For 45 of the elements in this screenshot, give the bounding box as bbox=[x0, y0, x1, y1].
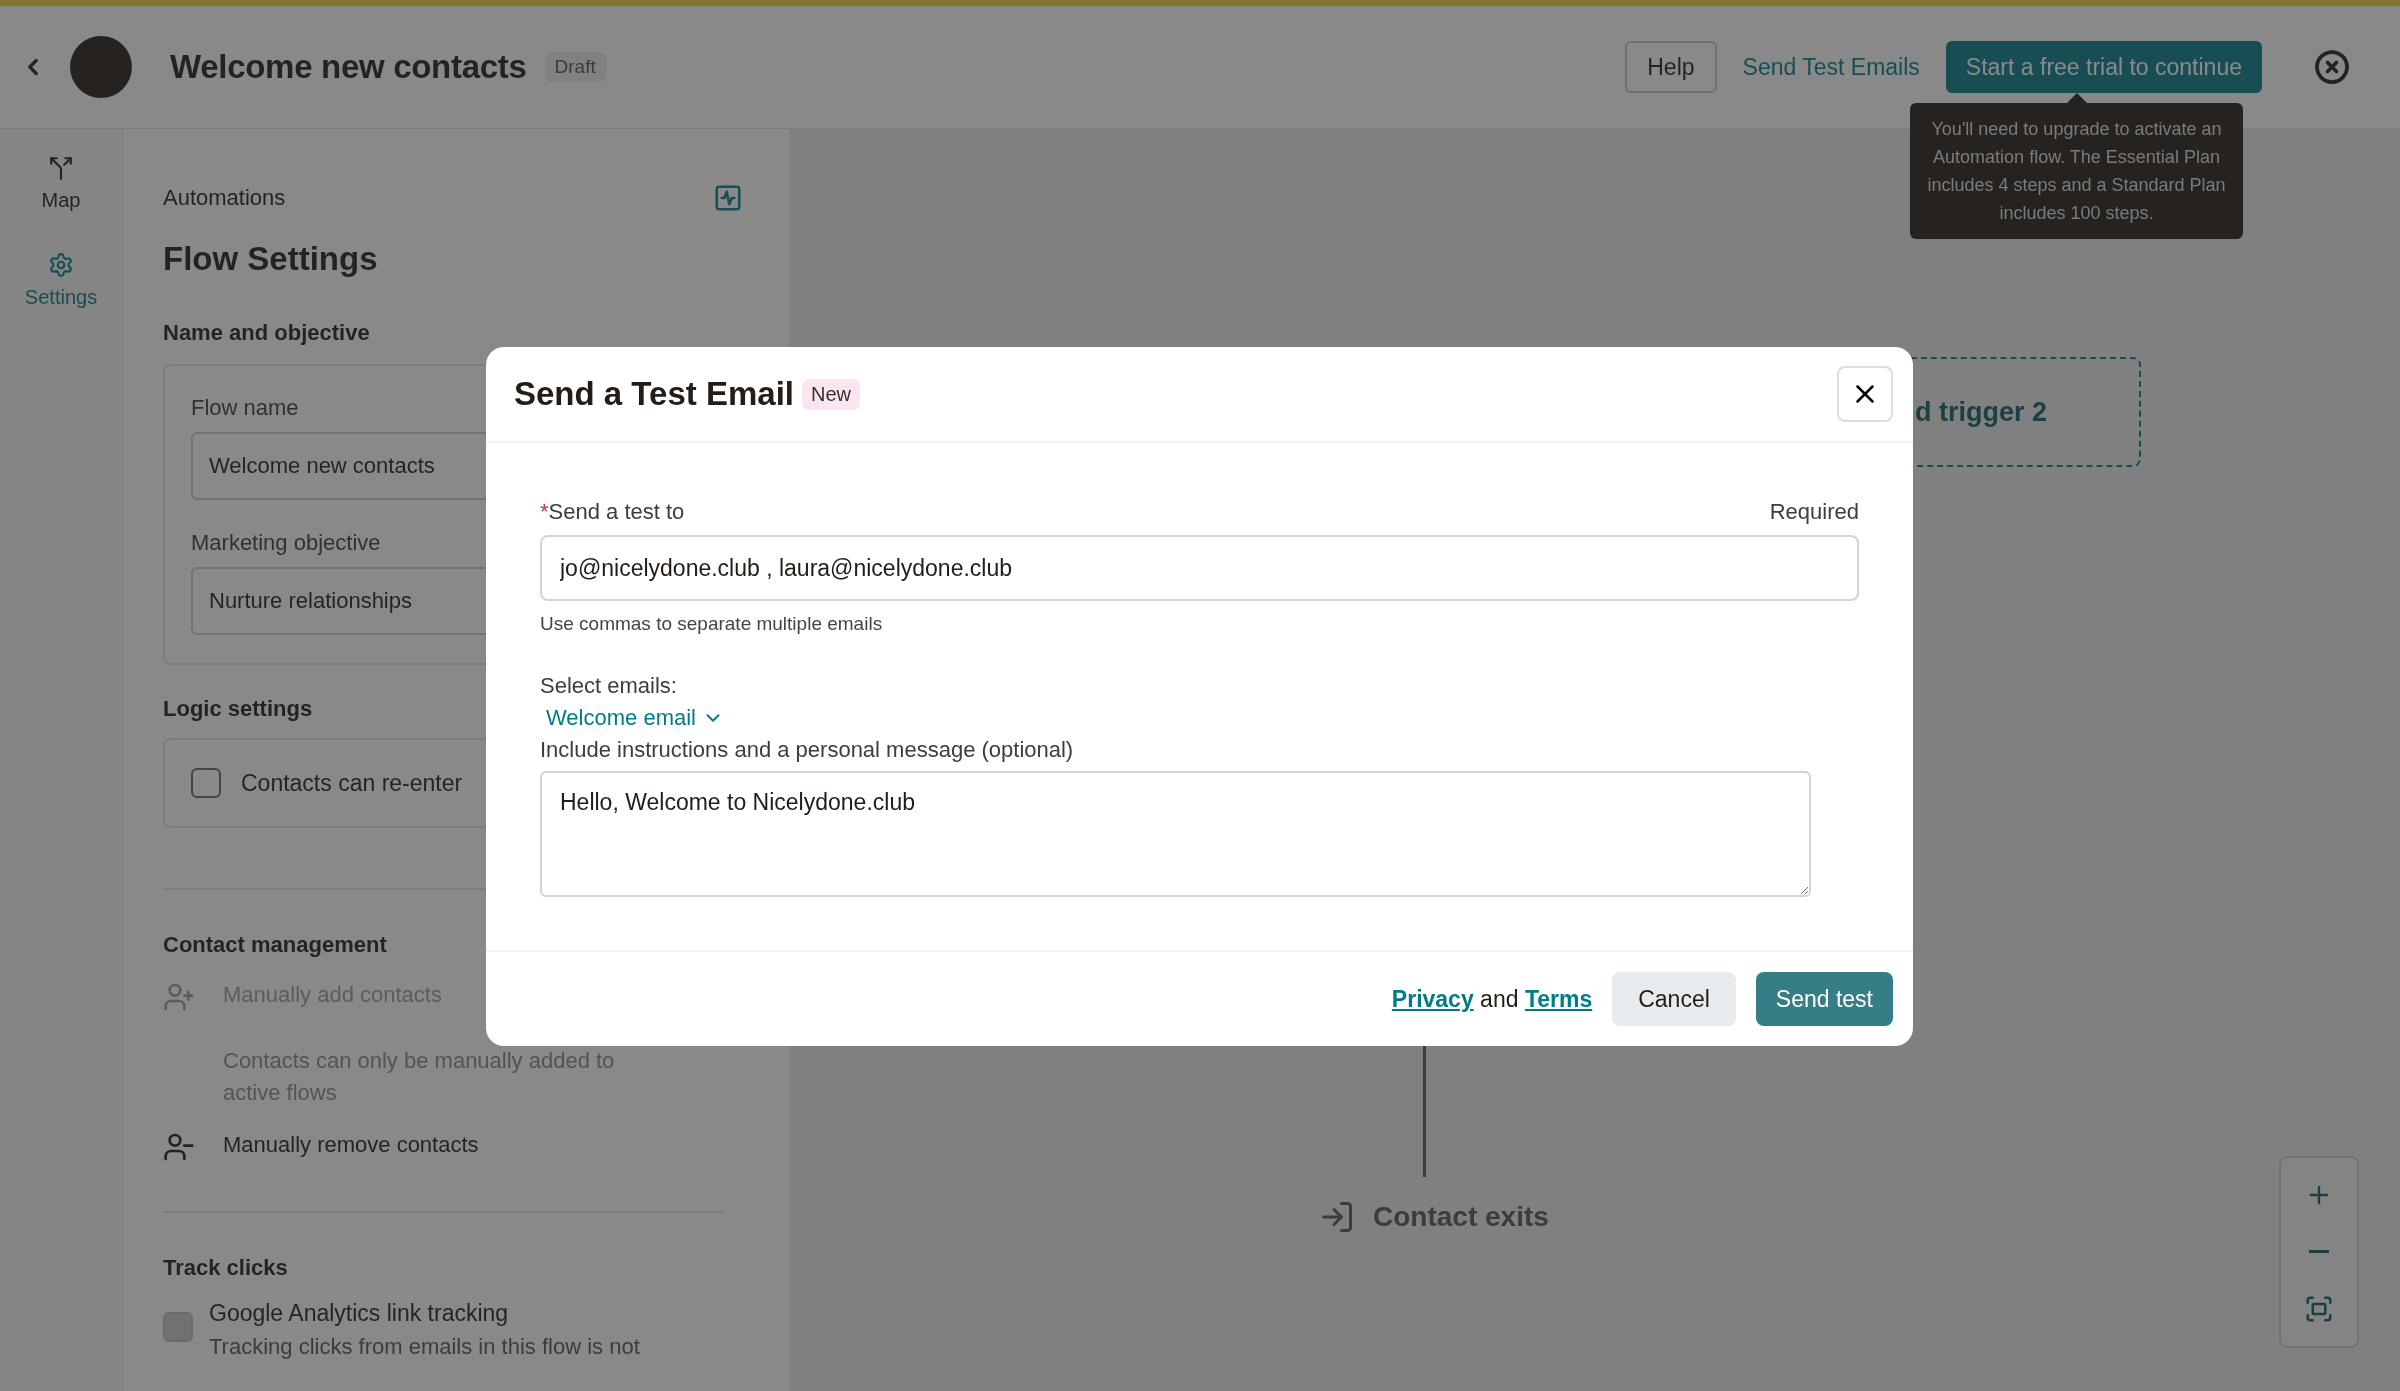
field-label: *Send a test to bbox=[540, 499, 685, 525]
option-description: Tracking clicks from emails in this flow is not bbox=[209, 1333, 640, 1361]
free-trial-button[interactable]: Start a free trial to continue bbox=[1945, 41, 2262, 93]
checkbox-label: Google Analytics link tracking bbox=[209, 1300, 509, 1327]
new-badge: New bbox=[802, 378, 860, 410]
nav-item[interactable]: Map bbox=[41, 155, 81, 212]
upgrade-tooltip: You'll need to upgrade to activate an Automation flow. The Essential Plan includes 4 steps and a Standard Plan includes 100 steps. bbox=[1910, 103, 2243, 239]
email-select[interactable]: Welcome email bbox=[540, 701, 730, 735]
send-test-emails-link[interactable]: Send Test Emails bbox=[1742, 53, 1920, 81]
privacy-link[interactable]: Privacy bbox=[1391, 985, 1474, 1012]
checkbox[interactable] bbox=[191, 768, 221, 798]
breadcrumb: Automations bbox=[163, 184, 286, 212]
close-icon[interactable] bbox=[2314, 49, 2350, 85]
section-heading: Contact management bbox=[163, 931, 387, 959]
nav-item[interactable]: Settings bbox=[24, 252, 98, 309]
field-label: Marketing objective bbox=[191, 529, 381, 557]
field-label: Include instructions and a personal message (optional) bbox=[540, 737, 1075, 763]
exit-label: Contact exits bbox=[1373, 1201, 1549, 1233]
help-button[interactable]: Help bbox=[1625, 41, 1717, 93]
user-minus-icon bbox=[163, 1131, 195, 1163]
exit-icon bbox=[1319, 1199, 1355, 1235]
field-label: Select emails: bbox=[540, 673, 678, 699]
message-field[interactable]: Hello, Welcome to Nicelydone.club bbox=[540, 771, 1811, 897]
email-field[interactable]: jo@nicelydone.club , laura@nicelydone.club bbox=[540, 535, 1859, 601]
flow-title: Welcome new contacts bbox=[170, 48, 527, 86]
section-heading: Name and objective bbox=[163, 319, 370, 347]
activity-square-icon[interactable] bbox=[713, 183, 743, 213]
terms-link[interactable]: Terms bbox=[1524, 985, 1593, 1012]
split-arrow-icon bbox=[48, 155, 74, 181]
legal-text: Privacy and Terms bbox=[1391, 985, 1593, 1013]
user-plus-icon bbox=[163, 981, 195, 1013]
close-button[interactable] bbox=[1837, 366, 1893, 422]
checkbox-label: Contacts can re-enter bbox=[241, 769, 463, 797]
section-heading: Track clicks bbox=[163, 1254, 288, 1282]
send-test-button[interactable]: Send test bbox=[1755, 972, 1893, 1026]
dialog-title: Send a Test Email bbox=[514, 375, 794, 413]
cancel-button[interactable]: Cancel bbox=[1612, 972, 1736, 1026]
required-text: Required bbox=[1769, 499, 1859, 525]
gear-icon bbox=[48, 252, 74, 278]
section-heading: Logic settings bbox=[163, 695, 313, 723]
field-label: Flow name bbox=[191, 394, 299, 422]
panel-title: Flow Settings bbox=[163, 239, 378, 279]
contact-option[interactable]: Manually remove contacts bbox=[223, 1131, 479, 1159]
minus-icon bbox=[2309, 1249, 2329, 1253]
status-badge: Draft bbox=[544, 52, 606, 82]
